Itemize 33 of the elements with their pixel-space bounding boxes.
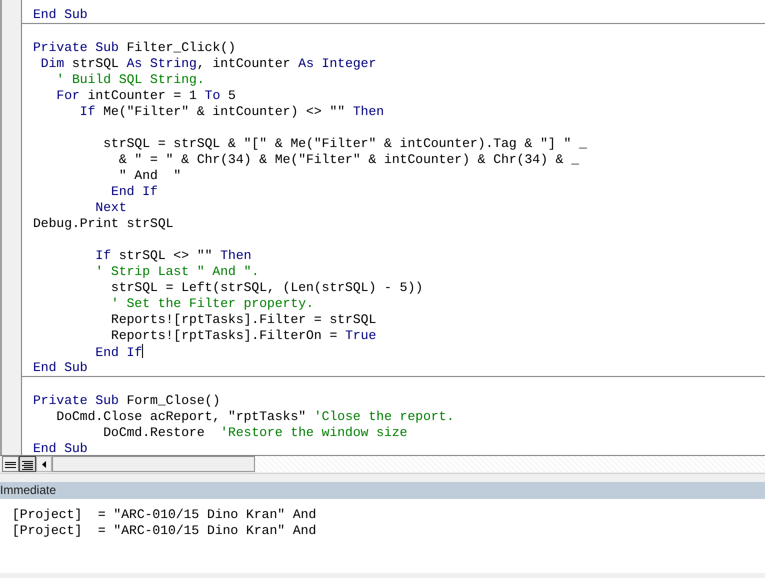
procedure-view-button[interactable] [2,456,19,472]
code-line: " And " [118,168,182,184]
left-arrow-icon [42,460,46,468]
code-line: strSQL = strSQL & "[" & Me("Filter" & intCounter).Tag & "] " _ [102,135,587,152]
scroll-left-button[interactable] [36,456,52,472]
code-line: End If [110,184,158,200]
code-line: End Sub [32,360,88,376]
code-line: End Sub [32,7,88,23]
output-line: [Project] = "ARC-010/15 Dino Kran" And [11,523,316,539]
code-line: strSQL = Left(strSQL, (Len(strSQL) - 5)) [110,280,424,296]
code-line: If strSQL <> "" Then [94,247,252,264]
code-line: Dim strSQL As String, intCounter As Integer [40,56,376,72]
code-line: Private Sub Form_Close() [32,392,220,409]
code-line: ' Build SQL String. [55,72,205,88]
code-line: ' Strip Last " And ". [94,264,260,280]
immediate-window-title: Immediate [0,482,765,501]
code-line: & " = " & Chr(34) & Me("Filter" & intCounter) & Chr(34) & _ [118,152,580,168]
code-line: End Sub [32,441,88,455]
lines-icon [22,458,33,470]
code-line: Reports![rptTasks].Filter = strSQL [110,312,376,328]
code-line: ' Set the Filter property. [110,296,314,312]
code-line: Next [94,200,127,216]
code-line: Reports![rptTasks].FilterOn = True [110,328,376,344]
code-line: Debug.Print strSQL [32,216,174,232]
module-view-button[interactable] [19,456,36,472]
code-line: If Me("Filter" & intCounter) <> "" Then [78,104,384,120]
code-line: DoCmd.Restore 'Restore the window size [102,425,408,441]
code-line: DoCmd.Close acReport, "rptTasks" 'Close the report. [55,409,454,425]
code-line: For intCounter = 1 To 5 [55,88,236,104]
output-line: [Project] = "ARC-010/15 Dino Kran" And [11,507,316,523]
code-line: Private Sub Filter_Click() [32,39,236,56]
scrollbar-thumb[interactable] [52,456,255,472]
code-line: End If [94,344,144,360]
